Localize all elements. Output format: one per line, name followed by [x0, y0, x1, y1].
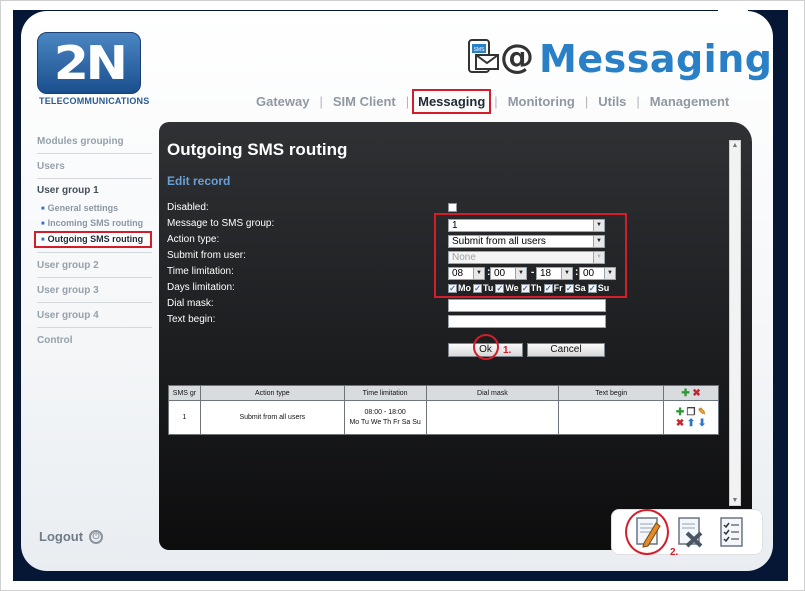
callout-circle [473, 334, 499, 360]
nav-gateway[interactable]: Gateway [249, 94, 316, 109]
svg-text:SMS: SMS [474, 47, 486, 53]
add-icon[interactable]: ✚ [675, 407, 686, 418]
cell-action-type: Submit from all users [199, 400, 345, 435]
days-limitation-label: Days limitation: [167, 282, 235, 293]
col-actions: ✚ ✖ [663, 385, 719, 401]
time-limitation-label: Time limitation: [167, 266, 234, 277]
bullet-icon: ■ [41, 221, 45, 227]
cell-time-range: 08:00 - 18:00 [364, 409, 406, 416]
logo-subtitle: TELECOMMUNICATIONS [39, 96, 150, 106]
cell-text-begin [558, 400, 665, 435]
sidebar-item-user-group-4[interactable]: User group 4 [37, 303, 152, 328]
sidebar-item-modules-grouping[interactable]: Modules grouping [37, 129, 152, 154]
sidebar-item-user-group-3[interactable]: User group 3 [37, 278, 152, 303]
sidebar-item-user-group-1[interactable]: User group 1 [37, 179, 152, 201]
cell-time-limitation: 08:00 - 18:00 Mo Tu We Th Fr Sa Su [343, 400, 427, 435]
text-begin-label: Text begin: [167, 314, 216, 325]
bullet-icon: ■ [41, 206, 45, 212]
action-type-label: Action type: [167, 234, 220, 245]
disabled-label: Disabled: [167, 202, 209, 213]
screenshot-frame: 2N TELECOMMUNICATIONS SMS @ Messaging Ga… [0, 0, 805, 591]
section-title: Edit record [167, 174, 231, 188]
nav-utils[interactable]: Utils [591, 94, 633, 109]
cell-dial-mask [425, 400, 560, 435]
table-header-row: SMS gr Action type Time limitation Dial … [168, 385, 719, 401]
sidebar-item-label: Incoming SMS routing [47, 218, 144, 228]
nav-management[interactable]: Management [643, 94, 736, 109]
nav-monitoring[interactable]: Monitoring [501, 94, 582, 109]
col-sms-gr: SMS gr [168, 385, 201, 401]
sidebar-item-label: General settings [47, 203, 119, 213]
cancel-button[interactable]: Cancel [527, 343, 605, 357]
disabled-checkbox[interactable] [448, 203, 457, 212]
arrow-up-icon[interactable]: ⬆ [686, 418, 697, 429]
nav-separator: | [405, 93, 410, 109]
top-nav: Gateway | SIM Client | Messaging | Monit… [249, 88, 736, 114]
bullet-icon: ■ [41, 237, 45, 243]
delete-icon[interactable]: ✖ [675, 418, 686, 429]
sidebar-item-users[interactable]: Users [37, 154, 152, 179]
cell-days: Mo Tu We Th Fr Sa Su [349, 419, 421, 426]
main-panel: Outgoing SMS routing Edit record ▲ ▼ Dis… [159, 122, 752, 550]
cell-row-actions: ✚ ❐ ✎ ✖ ⬆ ⬇ [663, 400, 719, 435]
svg-text:@: @ [500, 38, 534, 76]
sms-at-icon: SMS @ [468, 38, 534, 76]
sidebar-item-label: Outgoing SMS routing [47, 234, 144, 244]
dial-mask-input[interactable] [448, 299, 606, 312]
scroll-down-icon[interactable]: ▼ [731, 497, 739, 504]
nav-separator: | [584, 93, 589, 109]
callout-circle [625, 509, 669, 555]
power-icon: ⏻ [89, 529, 104, 544]
backdrop-strip [783, 10, 788, 581]
nav-separator: | [494, 93, 498, 109]
callout-label-2: 2. [670, 547, 679, 558]
submit-from-user-label: Submit from user: [167, 250, 246, 261]
logout-label: Logout [39, 529, 84, 544]
sidebar-item-control[interactable]: Control [37, 328, 152, 353]
dial-mask-label: Dial mask: [167, 298, 214, 309]
text-begin-input[interactable] [448, 315, 606, 328]
nav-separator: | [636, 93, 640, 109]
nav-separator: | [319, 93, 323, 109]
checklist-icon[interactable] [718, 515, 746, 549]
page-title: Outgoing SMS routing [167, 140, 348, 159]
nav-sim-client[interactable]: SIM Client [326, 94, 403, 109]
nav-messaging[interactable]: Messaging [412, 88, 492, 114]
col-time-limitation: Time limitation [343, 385, 427, 401]
sms-group-label: Message to SMS group: [167, 218, 275, 229]
sidebar-item-general-settings[interactable]: ■ General settings [37, 201, 152, 216]
logo-text: 2N [53, 36, 128, 90]
sidebar-item-incoming-sms-routing[interactable]: ■ Incoming SMS routing [37, 216, 152, 231]
col-action-type: Action type [199, 385, 345, 401]
table-row[interactable]: 1 Submit from all users 08:00 - 18:00 Mo… [168, 400, 719, 435]
logout-button[interactable]: Logout ⏻ [39, 529, 104, 544]
sidebar: Modules grouping Users User group 1 ■ Gen… [34, 129, 152, 353]
arrow-down-icon[interactable]: ⬇ [697, 418, 708, 429]
sidebar-item-outgoing-sms-routing[interactable]: ■ Outgoing SMS routing [34, 231, 152, 248]
highlight-box [434, 213, 627, 298]
cell-sms-group: 1 [168, 400, 201, 435]
scroll-up-icon[interactable]: ▲ [731, 142, 739, 149]
edit-icon[interactable]: ✎ [697, 407, 708, 418]
delete-record-icon[interactable] [676, 515, 704, 549]
col-dial-mask: Dial mask [425, 385, 560, 401]
scrollbar[interactable]: ▲ ▼ [729, 140, 741, 506]
add-icon[interactable]: ✚ [680, 388, 691, 399]
brand-logo[interactable]: 2N [37, 32, 141, 94]
col-text-begin: Text begin [558, 385, 665, 401]
callout-label-1: 1. [503, 345, 512, 356]
sidebar-item-user-group-2[interactable]: User group 2 [37, 253, 152, 278]
routing-table: SMS gr Action type Time limitation Dial … [168, 385, 719, 435]
copy-icon[interactable]: ❐ [686, 407, 697, 418]
app-title: Messaging [539, 37, 773, 81]
delete-all-icon[interactable]: ✖ [691, 388, 702, 399]
